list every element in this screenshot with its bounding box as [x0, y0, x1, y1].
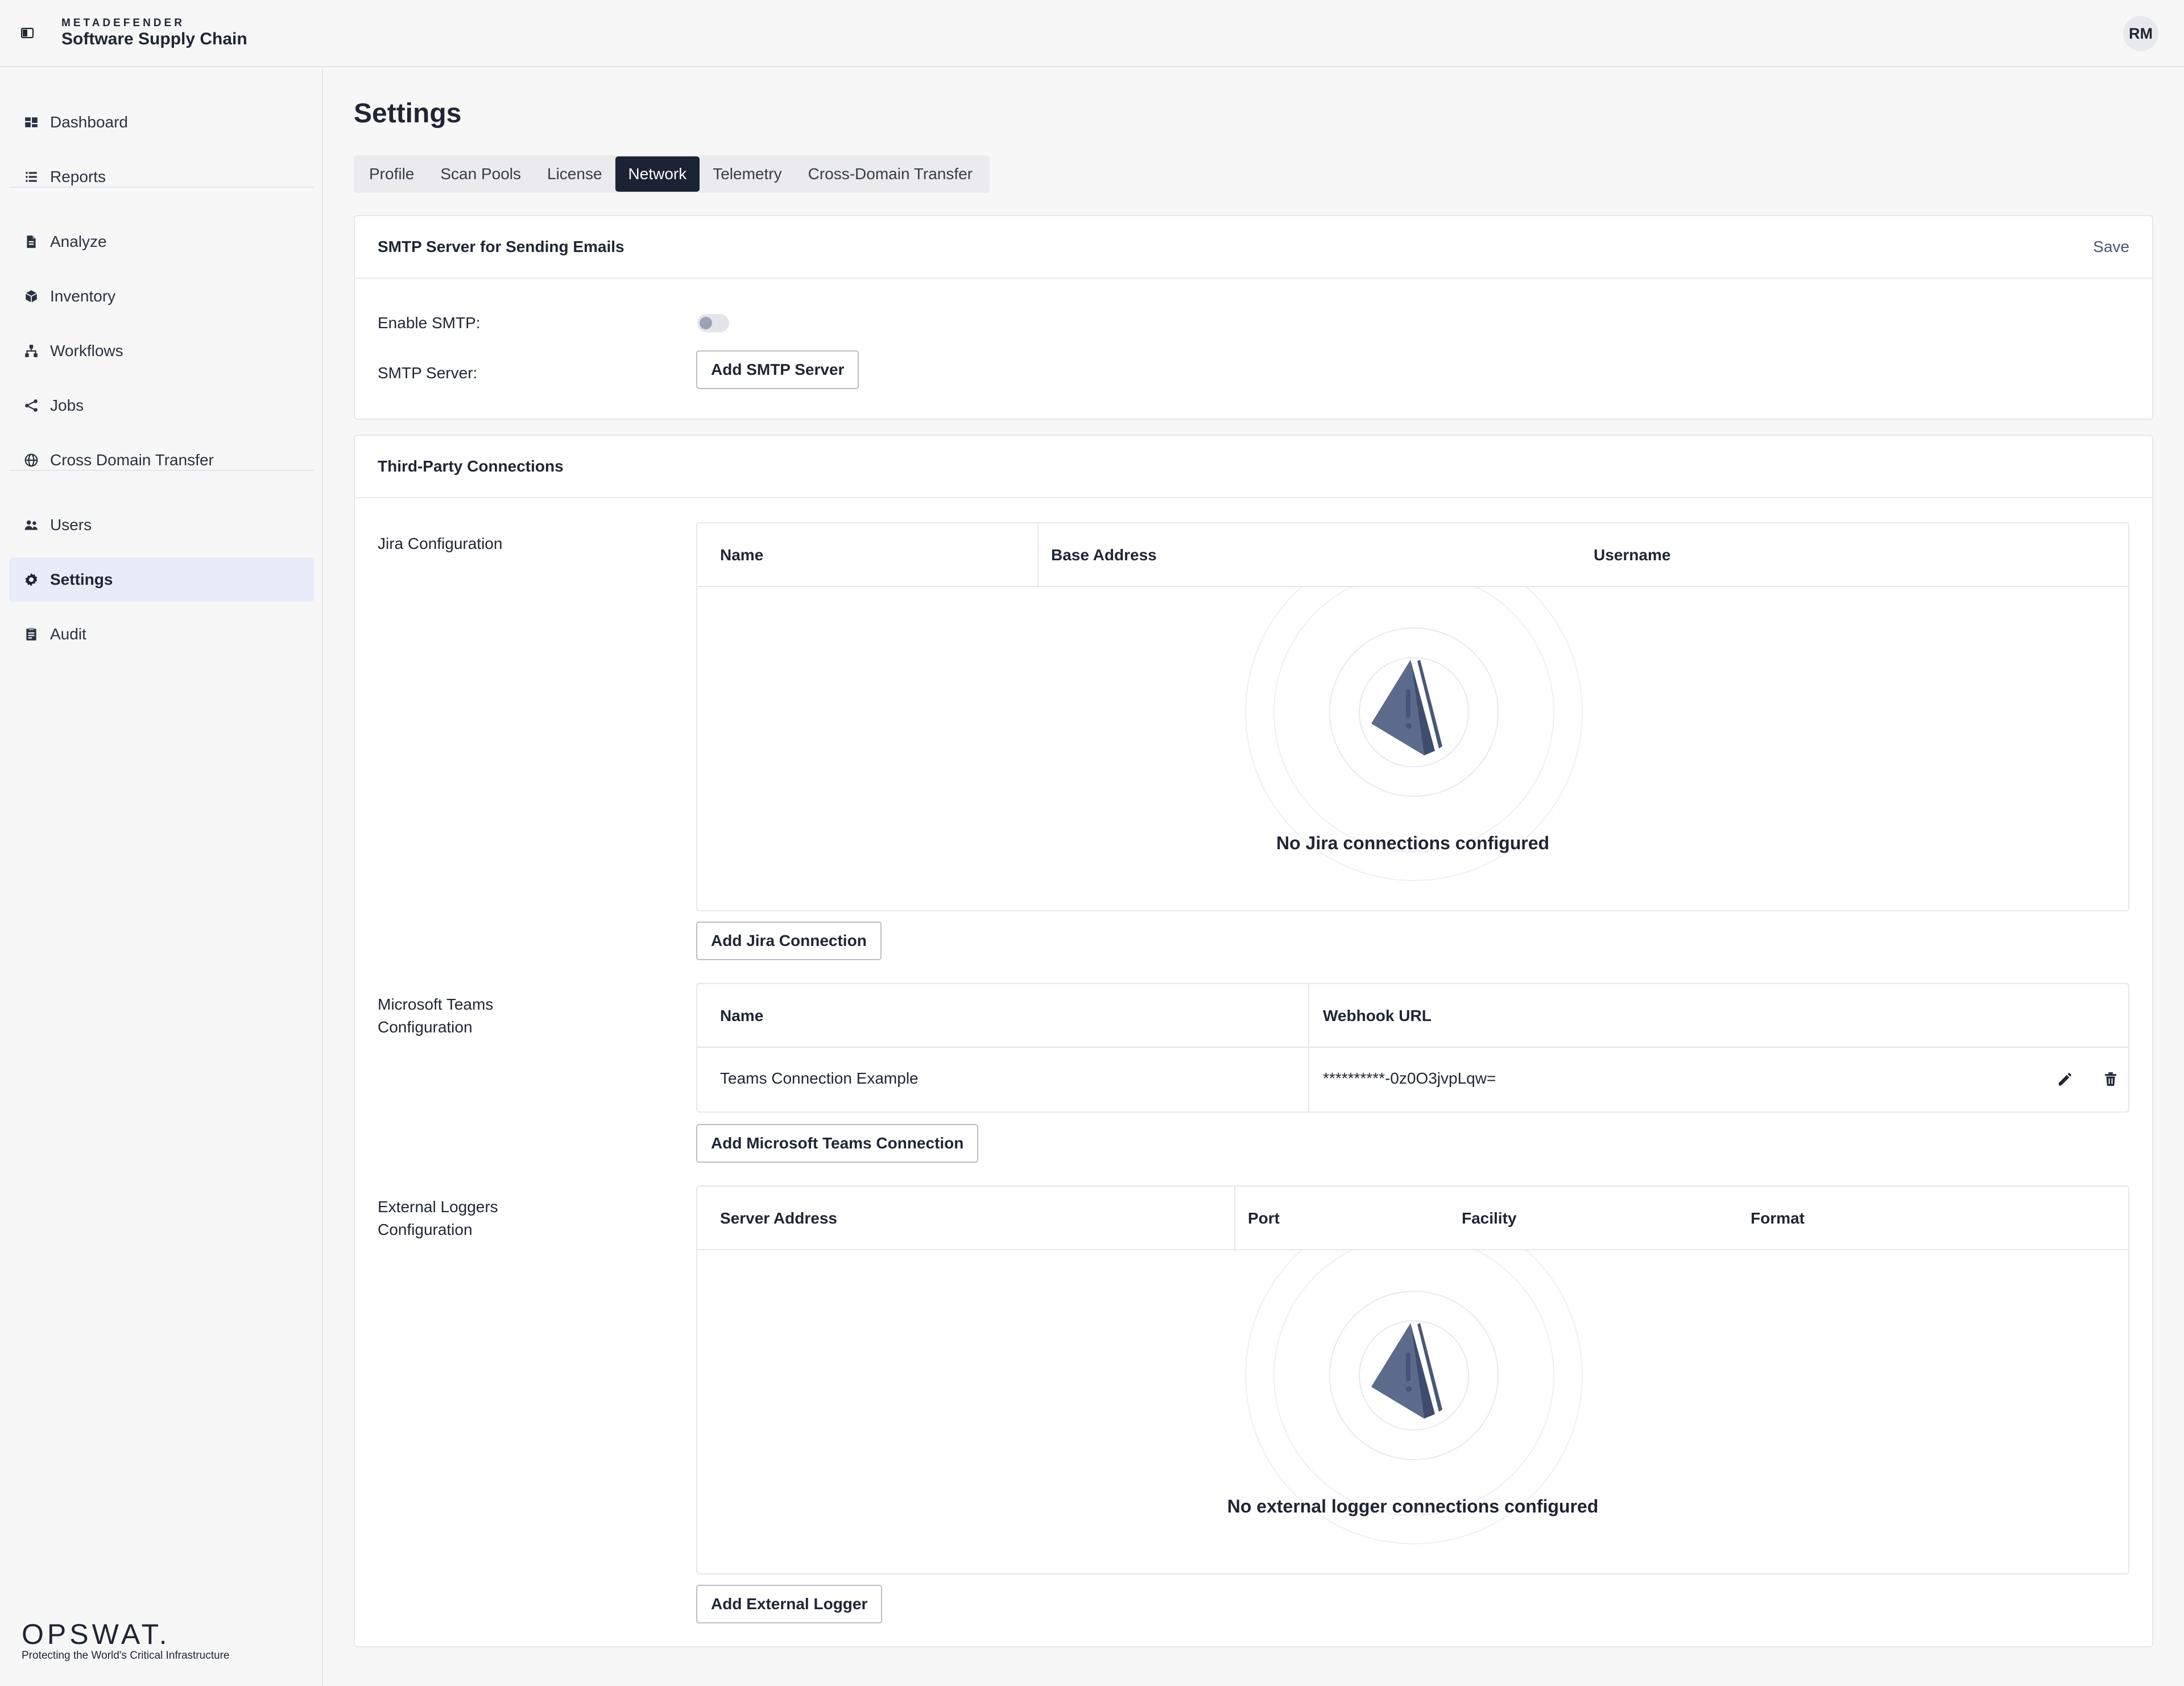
sidebar-item-jobs[interactable]: Jobs	[9, 383, 314, 428]
add-jira-connection-button[interactable]: Add Jira Connection	[696, 921, 882, 960]
sidebar-toggle-icon[interactable]	[20, 26, 34, 40]
smtp-card-title: SMTP Server for Sending Emails	[378, 238, 624, 255]
loggers-col-facility[interactable]: Facility	[1462, 1187, 1516, 1250]
jira-config-label: Jira Configuration	[378, 535, 503, 552]
loggers-config-label-line2: Configuration	[378, 1221, 473, 1238]
third-party-card-header: Third-Party Connections	[355, 436, 2152, 498]
tab-license[interactable]: License	[534, 156, 615, 192]
sidebar: Dashboard Reports Analyze Inventory Work…	[0, 67, 323, 1686]
sidebar-item-label: Dashboard	[50, 113, 128, 131]
smtp-card-header: SMTP Server for Sending Emails Save	[355, 216, 2152, 279]
tab-scan-pools[interactable]: Scan Pools	[427, 156, 534, 192]
sidebar-item-label: Inventory	[50, 287, 116, 305]
teams-row-webhook: **********-0z0O3jvpLqw=	[1323, 1069, 1496, 1087]
sidebar-item-users[interactable]: Users	[9, 503, 314, 547]
sidebar-item-analyze[interactable]: Analyze	[9, 220, 314, 264]
sidebar-item-label: Cross Domain Transfer	[50, 451, 214, 469]
teams-col-name[interactable]: Name	[720, 984, 763, 1048]
loggers-col-server-address[interactable]: Server Address	[720, 1187, 837, 1250]
sidebar-item-label: Audit	[50, 625, 86, 643]
teams-config-label-line1: Microsoft Teams	[378, 995, 494, 1013]
sidebar-item-reports[interactable]: Reports	[9, 155, 314, 199]
sidebar-item-settings[interactable]: Settings	[9, 557, 314, 602]
teams-col-webhook-url[interactable]: Webhook URL	[1323, 984, 1432, 1048]
sidebar-divider	[9, 470, 314, 471]
opswat-logo: OPSWAT.	[22, 1618, 171, 1650]
dashboard-icon	[25, 117, 38, 127]
loggers-config-label-line1: External Loggers	[378, 1198, 498, 1216]
add-teams-connection-button[interactable]: Add Microsoft Teams Connection	[696, 1124, 979, 1163]
external-loggers-table: Server Address Port Facility Format No e…	[696, 1185, 2129, 1575]
globe-icon	[24, 453, 38, 467]
analyze-icon	[27, 235, 36, 248]
third-party-card: Third-Party Connections Jira Configurati…	[354, 435, 2153, 1647]
sidebar-item-workflows[interactable]: Workflows	[9, 329, 314, 373]
tab-network[interactable]: Network	[615, 156, 700, 192]
page-title: Settings	[354, 98, 462, 129]
inventory-icon	[25, 290, 38, 303]
user-avatar[interactable]: RM	[2123, 16, 2158, 51]
settings-tabs: Profile Scan Pools License Network Telem…	[354, 155, 990, 193]
loggers-col-port[interactable]: Port	[1248, 1187, 1280, 1250]
delete-trash-icon[interactable]	[2102, 1071, 2119, 1088]
jira-table: Name Base Address Username No Jira conne…	[696, 522, 2129, 911]
column-divider	[1037, 523, 1039, 587]
loggers-table-header: Server Address Port Facility Format	[697, 1187, 2128, 1250]
sidebar-item-label: Analyze	[50, 233, 107, 250]
reports-icon	[26, 172, 37, 182]
jira-table-header: Name Base Address Username	[697, 523, 2128, 587]
enable-smtp-toggle[interactable]	[697, 314, 729, 332]
sidebar-item-inventory[interactable]: Inventory	[9, 274, 314, 319]
toggle-knob	[700, 317, 712, 329]
sidebar-item-label: Jobs	[50, 396, 84, 414]
loggers-col-format[interactable]: Format	[1751, 1187, 1805, 1250]
add-external-logger-button[interactable]: Add External Logger	[696, 1585, 883, 1623]
enable-smtp-label: Enable SMTP:	[378, 314, 481, 332]
opswat-tagline: Protecting the World's Critical Infrastr…	[22, 1650, 230, 1662]
third-party-card-title: Third-Party Connections	[378, 457, 564, 475]
save-button[interactable]: Save	[2093, 238, 2129, 256]
tab-cross-domain-transfer[interactable]: Cross-Domain Transfer	[795, 156, 986, 192]
teams-table: Name Webhook URL Teams Connection Exampl…	[696, 983, 2129, 1113]
teams-row-name: Teams Connection Example	[720, 1069, 919, 1087]
tab-telemetry[interactable]: Telemetry	[700, 156, 795, 192]
edit-pencil-icon[interactable]	[2057, 1071, 2074, 1088]
audit-icon	[26, 627, 36, 640]
sidebar-item-label: Settings	[50, 571, 113, 588]
smtp-server-label: SMTP Server:	[378, 364, 478, 382]
sidebar-item-dashboard[interactable]: Dashboard	[9, 100, 314, 144]
teams-table-header: Name Webhook URL	[697, 984, 2128, 1048]
brand-product-family: METADEFENDER	[61, 17, 185, 29]
top-bar: METADEFENDER Software Supply Chain RM	[0, 0, 2184, 67]
brand-product-name[interactable]: Software Supply Chain	[61, 30, 247, 49]
jira-col-base-address[interactable]: Base Address	[1051, 523, 1157, 587]
column-divider	[1308, 984, 1309, 1111]
column-divider	[1234, 1187, 1235, 1250]
loggers-empty-message: No external logger connections configure…	[1227, 1496, 1599, 1516]
teams-config-label-line2: Configuration	[378, 1018, 473, 1036]
sidebar-item-audit[interactable]: Audit	[9, 612, 314, 656]
sidebar-divider	[9, 187, 314, 188]
workflows-icon	[25, 345, 38, 357]
sidebar-item-cross-domain-transfer[interactable]: Cross Domain Transfer	[9, 438, 314, 482]
gear-icon	[25, 573, 38, 586]
sidebar-item-label: Workflows	[50, 342, 123, 359]
jira-empty-message: No Jira connections configured	[1276, 833, 1550, 853]
sidebar-item-label: Users	[50, 516, 92, 534]
add-smtp-server-button[interactable]: Add SMTP Server	[696, 350, 859, 389]
tab-profile[interactable]: Profile	[356, 156, 427, 192]
smtp-card: SMTP Server for Sending Emails Save Enab…	[354, 215, 2153, 420]
sidebar-item-label: Reports	[50, 168, 106, 185]
jobs-icon	[25, 399, 38, 412]
users-icon	[24, 520, 38, 530]
jira-col-username[interactable]: Username	[1594, 523, 1670, 587]
jira-col-name[interactable]: Name	[720, 523, 763, 587]
